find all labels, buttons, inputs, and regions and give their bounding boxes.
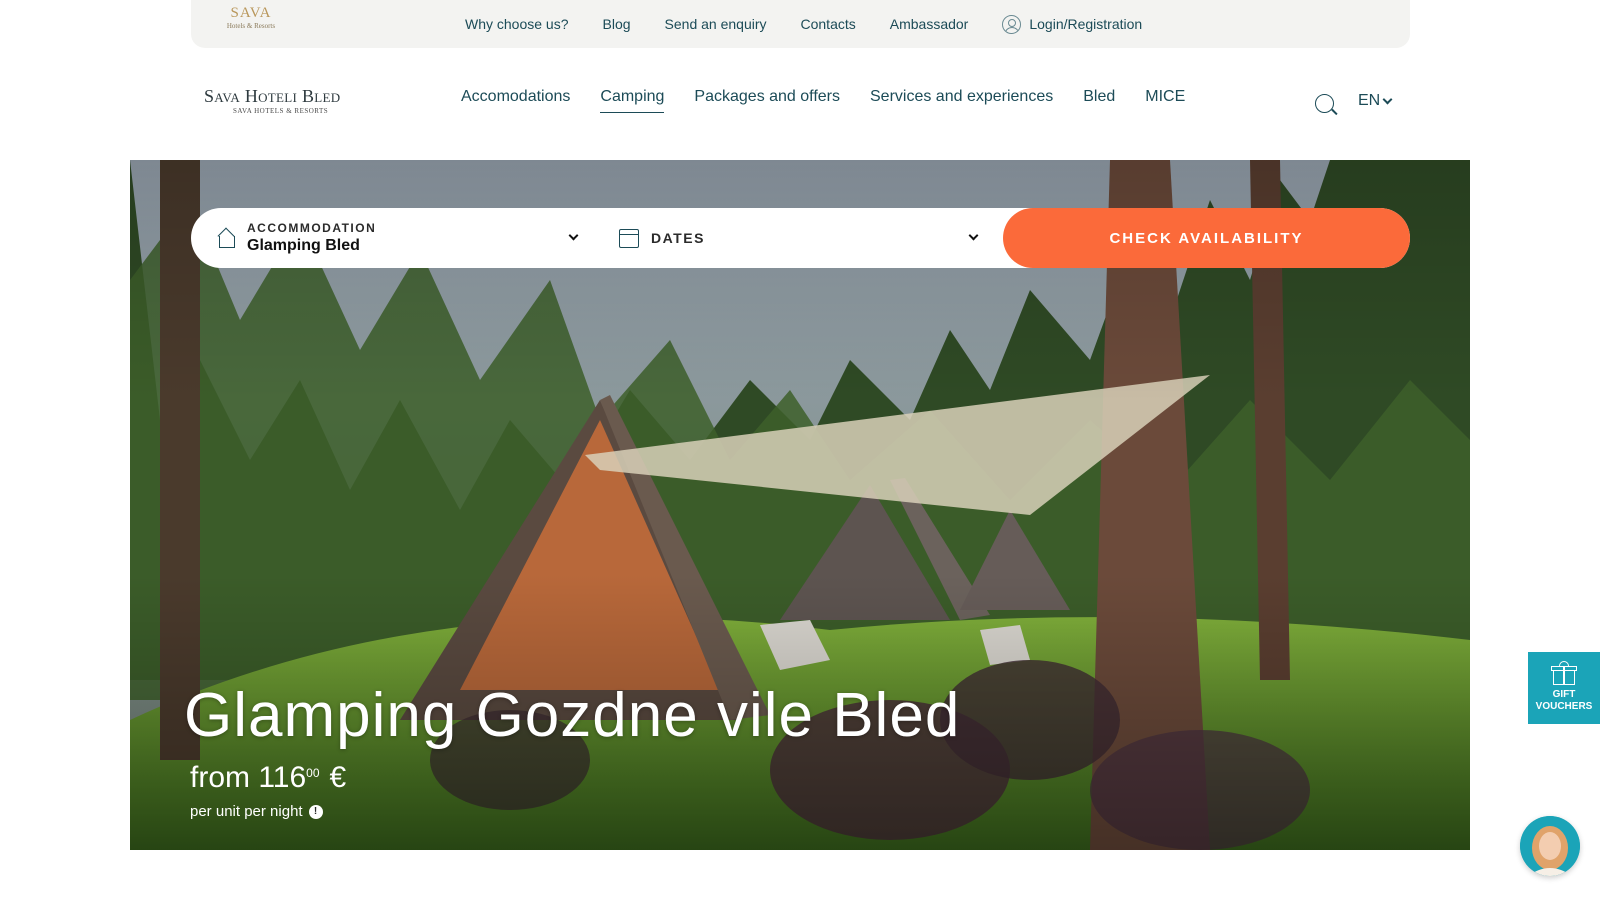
gift-label-line1: GIFT [1552,689,1576,700]
dates-label: DATES [651,230,705,246]
nav-services-experiences[interactable]: Services and experiences [870,88,1053,113]
accommodation-label: ACCOMMODATION [247,221,377,235]
link-ambassador[interactable]: Ambassador [890,16,969,32]
hero-title: Glamping Gozdne vile Bled [184,681,961,750]
avatar-icon [1520,816,1580,876]
home-icon [217,229,235,248]
nav-camping[interactable]: Camping [600,88,665,113]
accommodation-select[interactable]: ACCOMMODATION Glamping Bled [191,208,597,268]
gift-icon [1551,661,1577,685]
link-send-enquiry[interactable]: Send an enquiry [665,16,767,32]
language-label: EN [1358,92,1381,109]
price-currency: € [329,761,347,794]
price-prefix: from [190,761,250,794]
nav-accomodations[interactable]: Accomodations [461,88,570,113]
language-selector[interactable]: EN [1358,92,1393,110]
utility-bar: SAVA Hotels & Resorts Why choose us? Blo… [191,0,1410,48]
dates-select[interactable]: DATES [597,208,997,268]
booking-bar: ACCOMMODATION Glamping Bled DATES CHECK … [191,208,1410,268]
user-icon [1002,14,1022,34]
price-note-text: per unit per night [190,803,303,820]
utility-links: Why choose us? Blog Send an enquiry Cont… [465,0,1142,48]
nav-mice[interactable]: MICE [1145,88,1185,113]
brand-sub: SAVA HOTELS & RESORTS [233,107,329,115]
nav-bled[interactable]: Bled [1083,88,1115,113]
nav-packages-offers[interactable]: Packages and offers [694,88,840,113]
accommodation-text: ACCOMMODATION Glamping Bled [247,221,376,255]
price-note: per unit per night ! [190,803,323,820]
brand-name: Sava Hoteli Bled [204,86,341,106]
main-nav: Accomodations Camping Packages and offer… [461,88,1215,113]
info-icon[interactable]: ! [308,804,323,819]
chat-avatar[interactable] [1520,816,1580,876]
login-link[interactable]: Login/Registration [1002,14,1143,34]
chevron-down-icon [968,230,979,241]
accommodation-value: Glamping Bled [247,237,360,254]
logo-sub: Hotels & Resorts [226,22,276,30]
price-main: 116 [258,761,307,794]
price: from 116 00 € [190,761,346,795]
price-cents: 00 [306,766,320,780]
link-blog[interactable]: Blog [603,16,631,32]
gift-label-line2: VOUCHERS [1535,701,1593,712]
search-icon[interactable] [1315,94,1334,113]
login-label: Login/Registration [1029,16,1143,32]
link-why-choose-us[interactable]: Why choose us? [465,16,569,32]
link-contacts[interactable]: Contacts [801,16,856,32]
chevron-down-icon [1382,94,1393,104]
logo-mark: SAVA [230,5,272,21]
calendar-icon [619,228,639,248]
chevron-down-icon [568,230,579,241]
gift-vouchers-button[interactable]: GIFT VOUCHERS [1528,652,1600,724]
brand-logo[interactable]: Sava Hoteli Bled SAVA HOTELS & RESORTS [204,86,344,115]
sava-logo[interactable]: SAVA Hotels & Resorts [221,6,281,36]
check-availability-button[interactable]: CHECK AVAILABILITY [1003,208,1410,268]
